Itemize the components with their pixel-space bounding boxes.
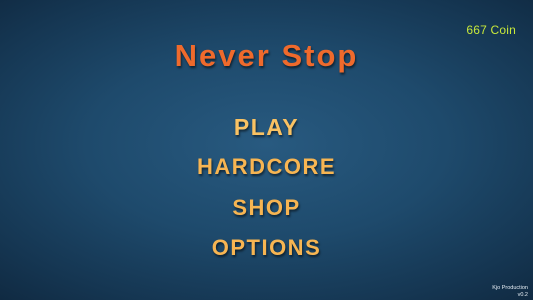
main-menu: PLAY HARDCORE SHOP OPTIONS (0, 0, 533, 300)
hardcore-button[interactable]: HARDCORE (0, 154, 533, 180)
studio-name: Kjo Production (492, 285, 528, 291)
options-button[interactable]: OPTIONS (0, 235, 533, 261)
play-button[interactable]: PLAY (0, 114, 533, 141)
version-label: v0.2 (517, 291, 528, 298)
shop-button[interactable]: SHOP (0, 195, 533, 221)
footer-credit: Kjo Production v0.2 (492, 285, 528, 298)
